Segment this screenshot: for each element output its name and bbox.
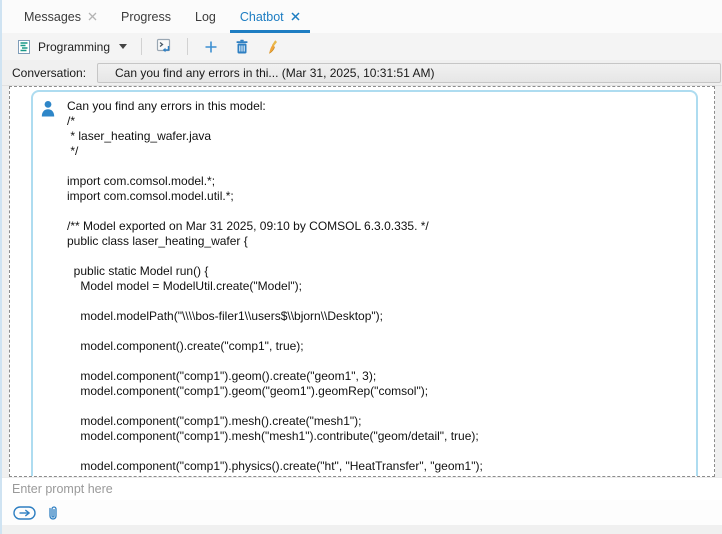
composer-bar <box>2 500 722 525</box>
tab-chatbot-label: Chatbot <box>240 10 284 24</box>
conversation-label: Conversation: <box>12 66 97 80</box>
chatbot-toolbar: Programming <box>2 33 722 60</box>
tab-chatbot[interactable]: Chatbot <box>228 0 312 33</box>
tab-messages-label: Messages <box>24 10 81 24</box>
broom-icon <box>264 38 281 55</box>
tab-progress[interactable]: Progress <box>109 0 183 33</box>
clear-conversation-button[interactable] <box>260 36 285 57</box>
script-icon <box>15 38 32 55</box>
prompt-input[interactable] <box>2 478 722 500</box>
delete-conversation-button[interactable] <box>229 36 254 57</box>
user-message-bubble: Can you find any errors in this model: /… <box>31 90 698 477</box>
user-message-text: Can you find any errors in this model: /… <box>67 99 686 474</box>
chat-area: Can you find any errors in this model: /… <box>2 86 722 477</box>
tab-log[interactable]: Log <box>183 0 228 33</box>
conversation-selected-value: Can you find any errors in thi... (Mar 3… <box>115 66 435 80</box>
close-icon[interactable] <box>88 12 97 21</box>
conversation-select[interactable]: Can you find any errors in thi... (Mar 3… <box>97 63 721 83</box>
send-button[interactable] <box>13 505 37 521</box>
conversation-row: Conversation: Can you find any errors in… <box>2 60 722 86</box>
paperclip-icon <box>46 504 60 522</box>
add-conversation-button[interactable] <box>198 36 223 57</box>
trash-icon <box>233 38 250 55</box>
mode-dropdown[interactable]: Programming <box>11 36 131 57</box>
tab-log-label: Log <box>195 10 216 24</box>
add-icon <box>202 38 219 55</box>
chevron-down-icon <box>119 44 127 49</box>
chat-history[interactable]: Can you find any errors in this model: /… <box>9 86 715 477</box>
close-icon[interactable] <box>291 12 300 21</box>
toolbar-separator <box>141 38 142 55</box>
tab-bar: Messages Progress Log Chatbot <box>2 0 722 33</box>
insert-into-console-button[interactable] <box>152 36 177 57</box>
toolbar-separator <box>187 38 188 55</box>
attach-button[interactable] <box>46 504 60 522</box>
tab-messages[interactable]: Messages <box>12 0 109 33</box>
tab-progress-label: Progress <box>121 10 171 24</box>
send-icon <box>13 505 37 521</box>
mode-dropdown-label: Programming <box>38 40 110 54</box>
window-bottom-strip <box>2 525 722 534</box>
user-avatar-icon <box>40 100 56 117</box>
prompt-row <box>2 477 722 500</box>
insert-into-console-icon <box>156 38 173 55</box>
